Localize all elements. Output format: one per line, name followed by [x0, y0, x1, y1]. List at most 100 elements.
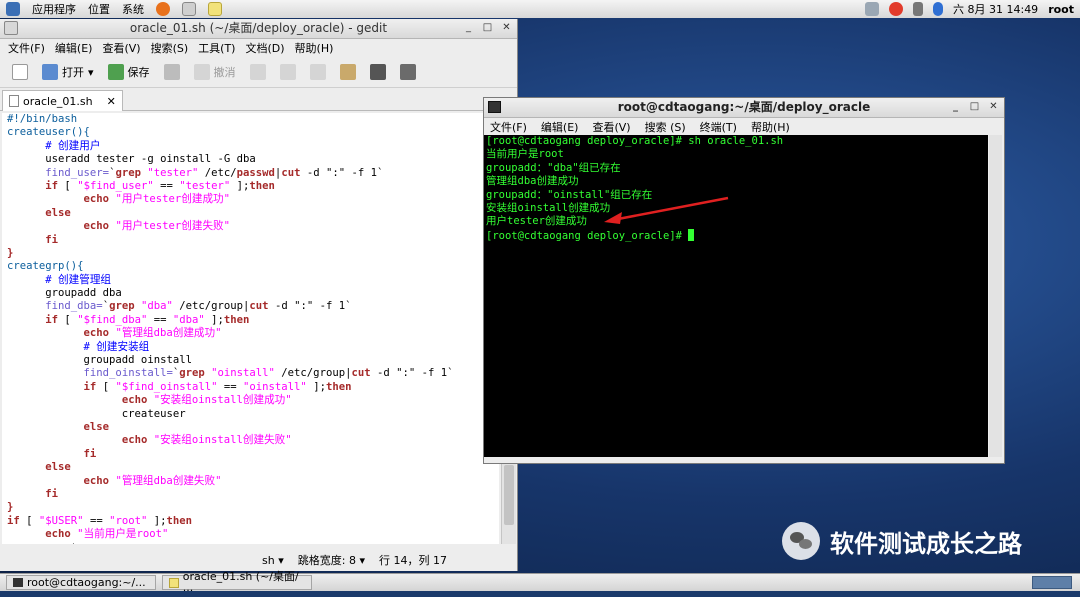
- menu-tools[interactable]: 工具(T): [198, 40, 235, 56]
- menu-view[interactable]: 查看(V): [102, 40, 140, 56]
- open-label: 打开: [62, 66, 84, 79]
- close-icon[interactable]: ✕: [500, 21, 513, 34]
- minimize-icon[interactable]: _: [462, 21, 475, 34]
- terminal-screen[interactable]: [root@cdtaogang deploy_oracle]# sh oracl…: [484, 135, 988, 457]
- taskbar-item-gedit[interactable]: oracle_01.sh (~/桌面/···: [162, 570, 312, 597]
- code-token: useradd tester -g oinstall -G dba: [7, 153, 256, 166]
- tab-oracle-01[interactable]: oracle_01.sh ✕: [2, 90, 123, 111]
- find-button[interactable]: [366, 60, 390, 84]
- term-menu-help[interactable]: 帮助(H): [751, 119, 790, 135]
- menu-search[interactable]: 搜索(S): [151, 40, 189, 56]
- code-line: if [ "$find_oinstall" == "oinstall" ];th…: [2, 381, 499, 394]
- code-token: then: [223, 313, 250, 326]
- save-label: 保存: [127, 66, 150, 79]
- terminal-app-icon: [488, 101, 501, 113]
- redo-button[interactable]: [246, 60, 270, 84]
- network-icon[interactable]: [865, 2, 879, 16]
- code-token: find_user=: [45, 166, 110, 179]
- code-token: fi: [45, 233, 59, 246]
- panel-menu-places[interactable]: 位置: [88, 1, 110, 17]
- new-button[interactable]: [8, 60, 32, 84]
- menu-documents[interactable]: 文档(D): [245, 40, 284, 56]
- volume-icon[interactable]: [913, 2, 923, 16]
- paste-icon: [339, 64, 356, 80]
- cut-button[interactable]: [276, 60, 300, 84]
- taskbar-item-terminal[interactable]: root@cdtaogang:~/...: [6, 575, 156, 590]
- terminal-close-icon[interactable]: ✕: [987, 100, 1000, 113]
- tab-width-selector[interactable]: 跳格宽度: 8 ▾: [298, 552, 365, 568]
- chevron-down-icon[interactable]: ▾: [88, 66, 94, 79]
- print-button[interactable]: [160, 60, 184, 84]
- terminal-title: root@cdtaogang:~/桌面/deploy_oracle: [617, 100, 871, 114]
- code-line: else: [2, 421, 499, 434]
- replace-button[interactable]: [396, 60, 420, 84]
- code-token: if: [7, 514, 20, 527]
- menu-edit[interactable]: 编辑(E): [55, 40, 93, 56]
- terminal-maximize-icon[interactable]: □: [968, 100, 981, 113]
- code-token: "管理组dba创建失败": [109, 474, 222, 487]
- code-token: # 创建用户: [45, 139, 101, 152]
- wechat-icon: [782, 522, 820, 560]
- taskbar: root@cdtaogang:~/... oracle_01.sh (~/桌面/…: [0, 570, 1080, 597]
- code-token: "安装组oinstall创建成功": [147, 394, 292, 407]
- tab-close-icon[interactable]: ✕: [107, 95, 116, 108]
- code-token: ];: [204, 313, 224, 326]
- code-token: else: [45, 206, 71, 219]
- code-token: else: [45, 461, 71, 474]
- undo-button[interactable]: 撤消: [190, 60, 240, 84]
- maximize-icon[interactable]: □: [481, 21, 494, 34]
- language-selector[interactable]: sh ▾: [262, 554, 284, 567]
- code-token: ];: [306, 380, 326, 393]
- code-token: ==: [217, 380, 244, 393]
- panel-menu-applications[interactable]: 应用程序: [32, 1, 76, 17]
- user-menu[interactable]: root: [1048, 3, 1074, 16]
- code-token: "当前用户是root": [70, 528, 169, 541]
- notes-icon[interactable]: [208, 2, 222, 16]
- taskbar-item-label: oracle_01.sh (~/桌面/···: [182, 570, 299, 597]
- code-line: fi: [2, 488, 499, 501]
- code-token: "oinstall": [243, 380, 307, 393]
- menu-help[interactable]: 帮助(H): [295, 40, 334, 56]
- code-token: passwd: [236, 166, 275, 179]
- firefox-icon[interactable]: [156, 2, 170, 16]
- save-button[interactable]: 保存: [104, 60, 154, 84]
- code-token: echo: [83, 220, 110, 233]
- mail-icon[interactable]: [182, 2, 196, 16]
- terminal-scrollbar[interactable]: [989, 135, 1002, 457]
- menu-file[interactable]: 文件(F): [8, 40, 45, 56]
- update-icon[interactable]: [889, 2, 903, 16]
- term-menu-file[interactable]: 文件(F): [490, 119, 527, 135]
- terminal-minimize-icon[interactable]: _: [949, 100, 962, 113]
- terminal-titlebar[interactable]: root@cdtaogang:~/桌面/deploy_oracle _ □ ✕: [484, 98, 1004, 118]
- apps-icon[interactable]: [6, 2, 20, 16]
- code-token: "tester": [140, 166, 205, 179]
- bluetooth-icon[interactable]: [933, 2, 943, 16]
- panel-menu-system[interactable]: 系统: [122, 1, 144, 17]
- term-menu-edit[interactable]: 编辑(E): [541, 119, 579, 135]
- paste-button[interactable]: [336, 60, 360, 84]
- term-menu-terminal[interactable]: 终端(T): [700, 119, 737, 135]
- code-token: find_oinstall=: [83, 367, 173, 380]
- watermark: 软件测试成长之路: [782, 522, 1022, 560]
- code-editor[interactable]: #!/bin/bash createuser(){ # 创建用户 useradd …: [2, 113, 499, 544]
- code-token: groupadd dba: [7, 287, 122, 300]
- code-line: find_dba=`grep "dba" /etc/group|cut -d "…: [2, 300, 499, 313]
- gedit-titlebar[interactable]: oracle_01.sh (~/桌面/deploy_oracle) - gedi…: [0, 19, 517, 39]
- editor-scroll-thumb[interactable]: [504, 465, 514, 525]
- clock[interactable]: 六 8月 31 14:49: [953, 1, 1038, 17]
- code-line: createuser(){: [2, 126, 499, 139]
- open-button[interactable]: 打开 ▾: [38, 60, 98, 84]
- code-token: [: [58, 179, 78, 192]
- workspace-switcher[interactable]: [1032, 576, 1072, 589]
- code-line: useradd tester -g oinstall -G dba: [2, 153, 499, 166]
- code-token: ==: [83, 514, 110, 527]
- copy-button[interactable]: [306, 60, 330, 84]
- term-menu-search[interactable]: 搜索 (S): [645, 119, 686, 135]
- term-menu-view[interactable]: 查看(V): [592, 119, 630, 135]
- code-line: if [ "$find_dba" == "dba" ];then: [2, 314, 499, 327]
